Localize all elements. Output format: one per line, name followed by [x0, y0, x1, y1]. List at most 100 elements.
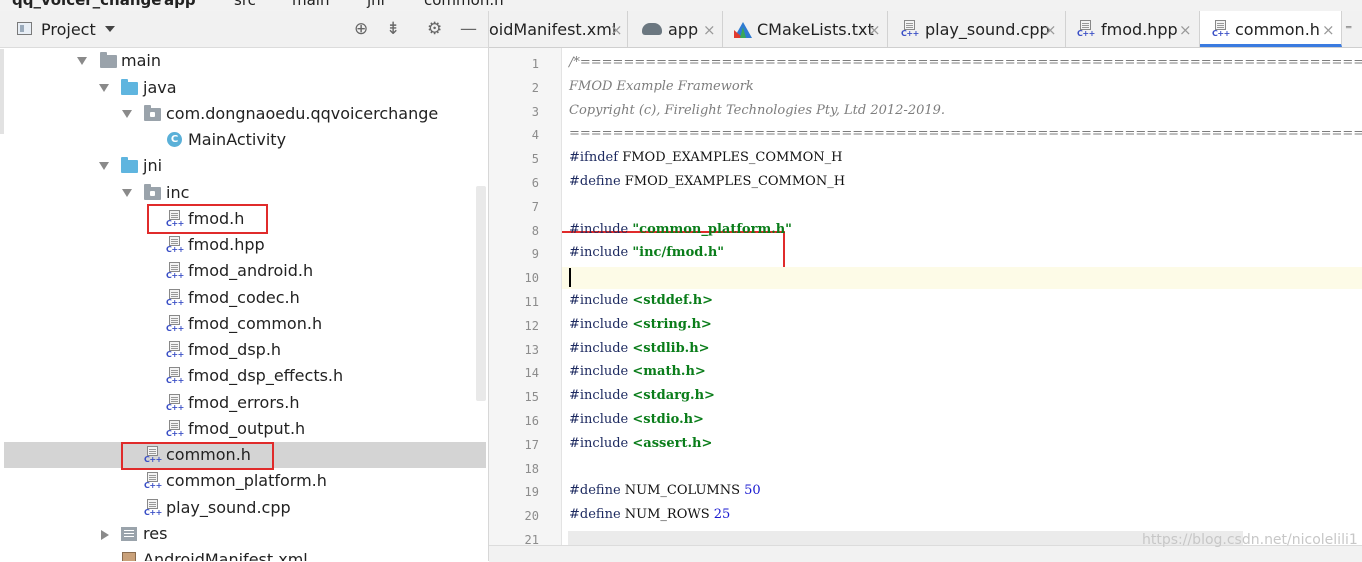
tree-item-label: common_platform.h	[166, 471, 327, 490]
tree-item-main[interactable]: main	[0, 48, 486, 74]
code-line: #include <stdio.h>	[569, 412, 704, 427]
tab-app[interactable]: app ×	[628, 11, 723, 47]
expand-arrow-icon[interactable]	[99, 162, 109, 170]
tree-item-jni[interactable]: jni	[0, 153, 486, 179]
close-icon[interactable]: ×	[868, 11, 881, 49]
minimize-icon[interactable]: —	[460, 19, 477, 39]
cpp-file-icon: C++	[144, 472, 162, 490]
tree-item-label: fmod_errors.h	[188, 393, 300, 412]
cpp-file-icon: C++	[166, 367, 184, 385]
xml-file-icon	[122, 552, 136, 561]
tree-item-play-sound[interactable]: C++ play_sound.cpp	[0, 495, 486, 521]
source-folder-icon	[121, 157, 138, 173]
tree-item-fmod-android[interactable]: C++ fmod_android.h	[0, 258, 486, 284]
code-token: FMOD_EXAMPLES_COMMON_H	[624, 174, 846, 189]
code-token: <string.h>	[632, 316, 712, 332]
resource-folder-icon	[121, 527, 137, 541]
expand-arrow-icon[interactable]	[77, 57, 87, 65]
tab-cmakelists[interactable]: CMakeLists.txt ×	[723, 11, 888, 47]
code-token: FMOD_EXAMPLES_COMMON_H	[622, 150, 843, 166]
code-token: <stdio.h>	[632, 412, 704, 427]
tree-item-res[interactable]: res	[0, 521, 486, 547]
current-line-highlight	[562, 267, 1362, 289]
tree-item-common-platform[interactable]: C++ common_platform.h	[0, 468, 486, 494]
text-caret	[569, 268, 571, 287]
code-line: FMOD Example Framework	[569, 79, 754, 94]
tree-item-package[interactable]: com.dongnaoedu.qqvoicerchange	[0, 101, 486, 127]
close-icon[interactable]: ×	[610, 11, 623, 49]
close-icon[interactable]: ×	[1179, 11, 1192, 49]
code-token: #include	[569, 245, 633, 261]
tree-item-label: fmod_android.h	[188, 261, 314, 280]
android-module-icon	[642, 23, 662, 35]
breadcrumb-item-app[interactable]: app	[164, 0, 196, 9]
tree-item-fmod-dsp[interactable]: C++ fmod_dsp.h	[0, 337, 486, 363]
tab-common-h[interactable]: C++ common.h ×	[1200, 11, 1342, 47]
breadcrumb-item-file[interactable]: common.h	[424, 0, 504, 9]
code-token: NUM_ROWS	[624, 507, 714, 523]
cpp-file-icon: C++	[166, 236, 184, 254]
close-icon[interactable]: ×	[1322, 11, 1335, 49]
tree-item-fmod-common[interactable]: C++ fmod_common.h	[0, 311, 486, 337]
tree-item-label: fmod_output.h	[188, 419, 306, 438]
code-token: "common_platform.h"	[632, 221, 792, 237]
expand-arrow-icon[interactable]	[99, 84, 109, 92]
tab-androidmanifest[interactable]: oidManifest.xml ×	[489, 11, 628, 47]
tab-overflow-icon[interactable]: ⁼	[1345, 11, 1352, 49]
code-token: <math.h>	[632, 364, 706, 380]
expand-arrow-icon[interactable]	[122, 189, 132, 197]
close-icon[interactable]: ×	[703, 11, 716, 49]
code-token: NUM_COLUMNS	[624, 483, 745, 499]
line-number: 18	[524, 461, 539, 476]
code-line: #include <stdlib.h>	[569, 341, 710, 356]
code-token: /*======================================…	[569, 55, 1362, 70]
tree-item-label: com.dongnaoedu.qqvoicerchange	[166, 104, 439, 123]
project-panel-title[interactable]: Project	[41, 20, 96, 39]
tree-item-manifest[interactable]: AndroidManifest.xml	[0, 547, 486, 561]
code-token: <assert.h>	[632, 435, 713, 451]
source-folder-icon	[121, 79, 138, 95]
code-line: #include "inc/fmod.h"	[569, 245, 724, 260]
tab-fmod-hpp[interactable]: C++ fmod.hpp ×	[1066, 11, 1200, 47]
code-token: #ifndef	[569, 150, 623, 166]
tab-play-sound[interactable]: C++ play_sound.cpp ×	[888, 11, 1066, 47]
tree-item-fmod-hpp[interactable]: C++ fmod.hpp	[0, 232, 486, 258]
project-panel-header: Project ⊕ ⇟ ⚙ —	[0, 11, 488, 48]
line-number: 11	[524, 295, 539, 309]
tree-item-fmod-codec[interactable]: C++ fmod_codec.h	[0, 285, 486, 311]
expand-arrow-icon[interactable]	[122, 110, 132, 118]
breadcrumb-item-main[interactable]: main	[292, 0, 329, 9]
close-icon[interactable]: ×	[1044, 11, 1057, 49]
editor-tab-bar: oidManifest.xml × app × CMakeLists.txt ×…	[489, 11, 1362, 48]
highlight-box-common-h	[121, 442, 274, 470]
gear-icon[interactable]: ⚙	[427, 19, 442, 39]
breadcrumb-item-jni[interactable]: jni	[367, 0, 385, 9]
tree-item-fmod-output[interactable]: C++ fmod_output.h	[0, 416, 486, 442]
line-number: 2	[531, 80, 539, 95]
code-token: "inc/fmod.h"	[632, 245, 725, 261]
package-icon	[144, 105, 161, 121]
line-number: 9	[531, 247, 539, 262]
code-token: #include	[569, 388, 633, 404]
expand-arrow-icon[interactable]	[101, 530, 109, 540]
tree-item-fmod-errors[interactable]: C++ fmod_errors.h	[0, 390, 486, 416]
code-token: <stdlib.h>	[632, 340, 710, 356]
tree-item-label: MainActivity	[188, 130, 287, 149]
tree-item-java[interactable]: java	[0, 75, 486, 101]
line-number: 15	[524, 390, 539, 405]
chevron-down-icon[interactable]	[105, 26, 115, 32]
collapse-icon[interactable]: ⇟	[386, 19, 400, 39]
tree-item-label: res	[143, 524, 168, 543]
breadcrumb-item-project[interactable]: qq_voicer_change	[12, 0, 161, 9]
line-number: 4	[531, 128, 539, 143]
breadcrumb-item-src[interactable]: src	[234, 0, 256, 9]
tab-label: fmod.hpp	[1101, 20, 1178, 39]
locate-icon[interactable]: ⊕	[354, 19, 368, 39]
line-number: 10	[524, 271, 539, 286]
code-token: #include	[569, 435, 633, 451]
tree-item-fmod-dsp-effects[interactable]: C++ fmod_dsp_effects.h	[0, 363, 486, 389]
tab-label: common.h	[1235, 20, 1320, 39]
tree-item-inc[interactable]: inc	[0, 180, 486, 206]
code-line: Copyright (c), Firelight Technologies Pt…	[569, 103, 945, 118]
tree-item-mainactivity[interactable]: C MainActivity	[0, 127, 486, 153]
